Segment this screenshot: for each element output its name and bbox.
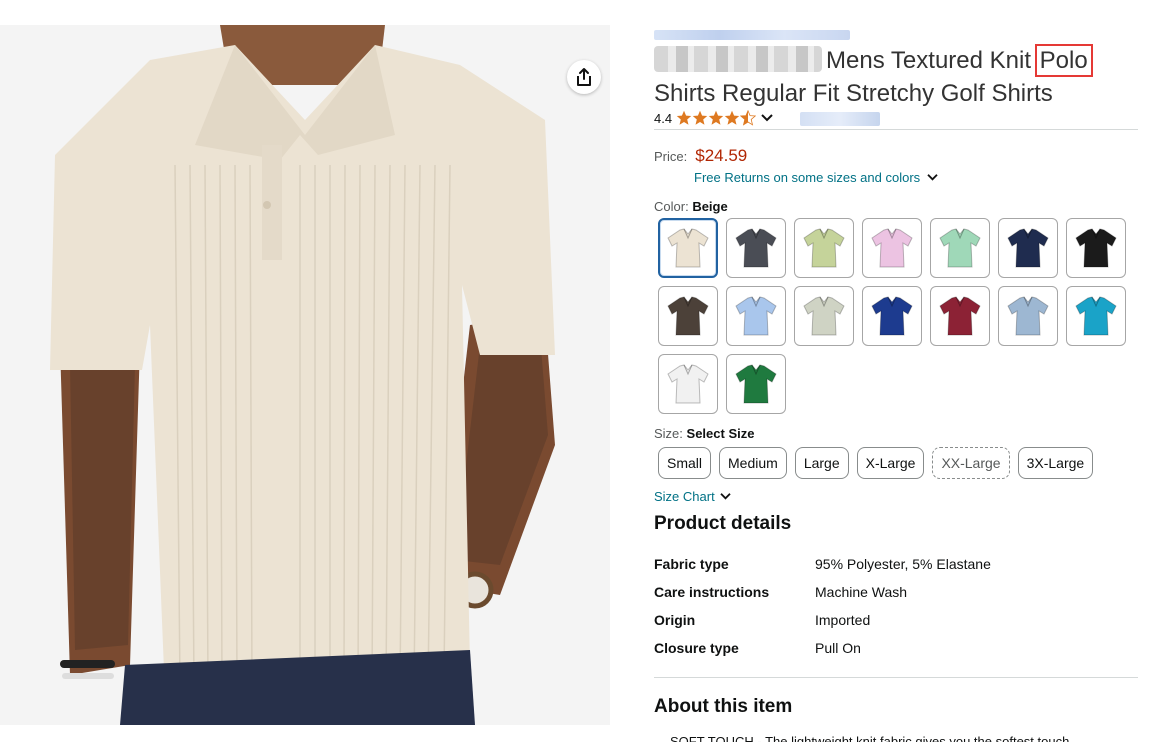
model-wearing-polo-illustration [0, 25, 610, 725]
divider [654, 129, 1138, 130]
color-swatch-pink[interactable] [862, 218, 922, 278]
color-swatch-green[interactable] [726, 354, 786, 414]
detail-value: Machine Wash [815, 584, 908, 600]
free-returns-text: Free Returns on some sizes and colors [694, 170, 921, 185]
color-label: Color: Beige [654, 199, 728, 214]
chevron-down-icon[interactable] [760, 113, 774, 123]
title-highlighted-word: Polo [1034, 44, 1093, 77]
polo-shirt-thumbnail-icon [1007, 296, 1049, 336]
star-full-icon [724, 110, 740, 125]
color-swatch-light-blue[interactable] [726, 286, 786, 346]
polo-shirt-thumbnail-icon [939, 296, 981, 336]
rating-row[interactable]: 4.4 [654, 110, 774, 126]
polo-shirt-thumbnail-icon [667, 364, 709, 404]
polo-shirt-thumbnail-icon [1075, 296, 1117, 336]
size-chart-link[interactable]: Size Chart [654, 489, 732, 504]
polo-shirt-thumbnail-icon [871, 228, 913, 268]
color-swatch-burgundy[interactable] [930, 286, 990, 346]
about-first-bullet: SOFT TOUCH - The lightweight knit fabric… [670, 734, 1070, 742]
color-swatch-turquoise[interactable] [1066, 286, 1126, 346]
polo-shirt-thumbnail-icon [939, 228, 981, 268]
polo-shirt-thumbnail-icon [871, 296, 913, 336]
about-this-item-heading: About this item [654, 696, 793, 717]
detail-row: Origin Imported [654, 606, 1138, 634]
polo-shirt-thumbnail-icon [1007, 228, 1049, 268]
size-options: Small Medium Large X-Large XX-Large 3X-Large [658, 447, 1094, 479]
rating-value: 4.4 [654, 110, 673, 126]
product-image[interactable] [0, 25, 610, 725]
chevron-down-icon [927, 174, 938, 181]
share-button[interactable] [567, 60, 601, 94]
color-swatch-black[interactable] [1066, 218, 1126, 278]
color-swatch-charcoal[interactable] [726, 218, 786, 278]
color-swatch-sage[interactable] [794, 218, 854, 278]
size-chart-text: Size Chart [654, 489, 715, 504]
detail-key: Care instructions [654, 584, 770, 600]
price-label: Price: [654, 149, 688, 164]
color-swatch-steel-blue[interactable] [998, 286, 1058, 346]
detail-key: Origin [654, 612, 696, 628]
size-option-small[interactable]: Small [658, 447, 712, 479]
color-swatch-brown[interactable] [658, 286, 718, 346]
star-full-icon [692, 110, 708, 125]
product-details-heading: Product details [654, 513, 792, 534]
divider [654, 677, 1138, 678]
detail-key: Fabric type [654, 556, 729, 572]
polo-shirt-thumbnail-icon [1075, 228, 1117, 268]
title-text: Mens Textured Knit [826, 47, 1031, 74]
title-line-2: Shirts Regular Fit Stretchy Golf Shirts [654, 80, 1053, 107]
ratings-count-redacted[interactable] [800, 112, 880, 126]
selected-size: Select Size [686, 426, 755, 441]
polo-shirt-thumbnail-icon [735, 228, 777, 268]
size-option-xx-large[interactable]: XX-Large [932, 447, 1010, 479]
brand-link-redacted[interactable] [654, 30, 850, 40]
brand-name-redacted [654, 46, 822, 72]
selected-color-name: Beige [692, 199, 728, 214]
star-full-icon [708, 110, 724, 125]
star-rating[interactable] [676, 110, 757, 126]
product-details-table: Fabric type 95% Polyester, 5% Elastane Car… [654, 550, 1138, 662]
polo-shirt-thumbnail-icon [735, 296, 777, 336]
size-option-medium[interactable]: Medium [719, 447, 787, 479]
color-swatch-navy[interactable] [998, 218, 1058, 278]
color-swatch-beige[interactable] [658, 218, 718, 278]
detail-value: 95% Polyester, 5% Elastane [815, 556, 991, 572]
price-row: Price: $24.59 [654, 146, 747, 166]
detail-row: Care instructions Machine Wash [654, 578, 1138, 606]
detail-row: Fabric type 95% Polyester, 5% Elastane [654, 550, 1138, 578]
detail-row: Closure type Pull On [654, 634, 1138, 662]
star-full-icon [676, 110, 692, 125]
color-label-text: Color: [654, 199, 689, 214]
star-half-icon [740, 110, 757, 126]
free-returns-link[interactable]: Free Returns on some sizes and colors [694, 170, 939, 185]
size-label: Size: Select Size [654, 426, 754, 441]
color-swatch-mint[interactable] [930, 218, 990, 278]
chevron-down-icon [720, 493, 731, 500]
color-swatch-white[interactable] [658, 354, 718, 414]
detail-value: Pull On [815, 640, 861, 656]
share-icon [577, 68, 591, 86]
color-swatch-royal-blue[interactable] [862, 286, 922, 346]
size-option-x-large[interactable]: X-Large [856, 447, 925, 479]
polo-shirt-thumbnail-icon [735, 364, 777, 404]
size-label-text: Size: [654, 426, 683, 441]
polo-shirt-thumbnail-icon [803, 228, 845, 268]
detail-value: Imported [815, 612, 871, 628]
color-swatch-light-grey[interactable] [794, 286, 854, 346]
size-option-large[interactable]: Large [794, 447, 849, 479]
polo-shirt-thumbnail-icon [803, 296, 845, 336]
product-title: Mens Textured Knit Polo Shirts Regular F… [654, 44, 1124, 110]
price-value: $24.59 [695, 146, 748, 165]
detail-key: Closure type [654, 640, 739, 656]
size-option-3x-large[interactable]: 3X-Large [1017, 447, 1094, 479]
polo-shirt-thumbnail-icon [667, 296, 709, 336]
polo-shirt-thumbnail-icon [667, 228, 709, 268]
